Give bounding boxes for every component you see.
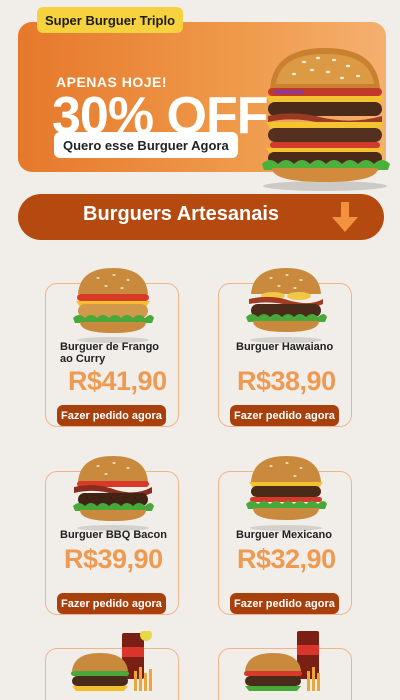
bbq-bacon-burger-image	[73, 456, 154, 531]
promo-banner: APENAS HOJE! 30% OFF Quero esse Burguer …	[18, 22, 390, 191]
product-price: R$38,90	[237, 366, 336, 396]
product-name: Burguer Mexicano	[236, 529, 332, 541]
chicken-curry-burger-image	[73, 268, 154, 343]
mexican-burger-image	[246, 456, 327, 531]
product-name: Burguer Hawaiano	[236, 341, 334, 353]
order-button[interactable]: Fazer pedido agora	[230, 405, 339, 426]
product-price: R$39,90	[64, 544, 163, 574]
combo-burger-image	[71, 631, 152, 691]
arrow-down-icon	[332, 202, 358, 232]
order-button[interactable]: Fazer pedido agora	[57, 405, 166, 426]
order-button[interactable]: Fazer pedido agora	[57, 593, 166, 614]
product-name: Burguer BBQ Bacon	[60, 529, 167, 541]
product-card: Burguer Mexicano R$32,90 Fazer pedido ag…	[218, 456, 352, 615]
product-card-partial	[218, 631, 352, 700]
product-card: Burguer de Frango ao Curry R$41,90 Fazer…	[45, 268, 179, 427]
product-price: R$32,90	[237, 544, 336, 574]
promo-tag: Super Burguer Triplo	[37, 7, 184, 33]
hawaiian-burger-image	[246, 268, 327, 343]
product-card-partial	[45, 631, 179, 700]
triple-burger-image	[262, 48, 390, 191]
combo-burger-image	[244, 631, 320, 691]
product-name: Burguer de Frango ao Curry	[60, 341, 160, 365]
product-card: Burguer Hawaiano R$38,90 Fazer pedido ag…	[218, 268, 352, 427]
product-price: R$41,90	[68, 366, 167, 396]
section-header: Burguers Artesanais	[18, 194, 384, 240]
promo-cta-button[interactable]: Quero esse Burguer Agora	[54, 132, 238, 158]
product-card: Burguer BBQ Bacon R$39,90 Fazer pedido a…	[45, 456, 179, 615]
order-button[interactable]: Fazer pedido agora	[230, 593, 339, 614]
section-title: Burguers Artesanais	[83, 203, 279, 225]
